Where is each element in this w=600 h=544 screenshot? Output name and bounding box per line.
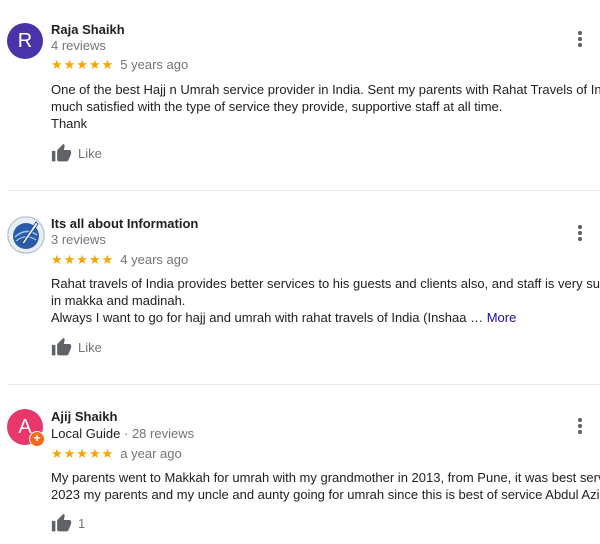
more-link[interactable]: More [487,310,517,325]
local-guide-label: Local Guide [51,426,121,441]
stars: ★★★★★ [51,57,115,72]
stars: ★★★★★ [51,446,115,461]
thumbs-up-icon [51,143,72,161]
review-line: Always I want to go for hajj and umrah w… [51,309,600,326]
review-text: My parents went to Makkah for umrah with… [51,469,600,503]
review-text: Rahat travels of India provides better s… [51,275,600,326]
review-text: One of the best Hajj n Umrah service pro… [51,81,600,132]
review-line: Thank [51,116,88,131]
reviewer-name[interactable]: Its all about Information [51,216,198,231]
avatar[interactable] [7,216,45,254]
review-line-text: Always I want to go for hajj and umrah w… [51,310,487,325]
like-button[interactable]: 1 [51,512,85,534]
review-count[interactable]: 3 reviews [51,232,106,247]
thumbs-up-icon [51,337,72,355]
review-count-text: · 28 reviews [120,426,195,441]
star-rating: ★★★★★ a year ago [51,446,182,462]
reviewer-name[interactable]: Raja Shaikh [51,22,125,37]
avatar[interactable]: R [7,23,43,59]
divider [7,384,600,385]
review-line: much satisfied with the type of service … [51,99,503,114]
review-time: 5 years ago [120,57,189,72]
review-count[interactable]: Local Guide · 28 reviews [51,426,194,441]
star-rating: ★★★★★ 5 years ago [51,57,188,73]
like-button[interactable]: Like [51,336,102,358]
review-line: in makka and madinah. [51,293,186,308]
avatar[interactable]: A + [7,409,45,447]
review-line: My parents went to Makkah for umrah with… [51,470,600,485]
review-line: One of the best Hajj n Umrah service pro… [51,82,600,97]
stars: ★★★★★ [51,252,115,267]
more-options-icon[interactable] [574,225,586,243]
avatar-letter: R [17,29,33,52]
like-button[interactable]: Like [51,142,102,164]
like-count: 1 [78,515,86,531]
review-count[interactable]: 4 reviews [51,38,106,53]
more-options-icon[interactable] [574,31,586,49]
divider [7,190,600,191]
more-options-icon[interactable] [574,418,586,436]
reviewer-name[interactable]: Ajij Shaikh [51,409,117,424]
review-time: 4 years ago [120,252,189,267]
like-label: Like [78,339,102,355]
quill-globe-icon [8,217,44,253]
review-line: Rahat travels of India provides better s… [51,276,600,291]
local-guide-badge-icon: + [29,431,45,447]
like-label: Like [78,145,102,161]
star-rating: ★★★★★ 4 years ago [51,252,188,268]
thumbs-up-icon [51,513,72,531]
review-time: a year ago [120,446,182,461]
review-line: 2023 my parents and my uncle and aunty g… [51,487,600,502]
